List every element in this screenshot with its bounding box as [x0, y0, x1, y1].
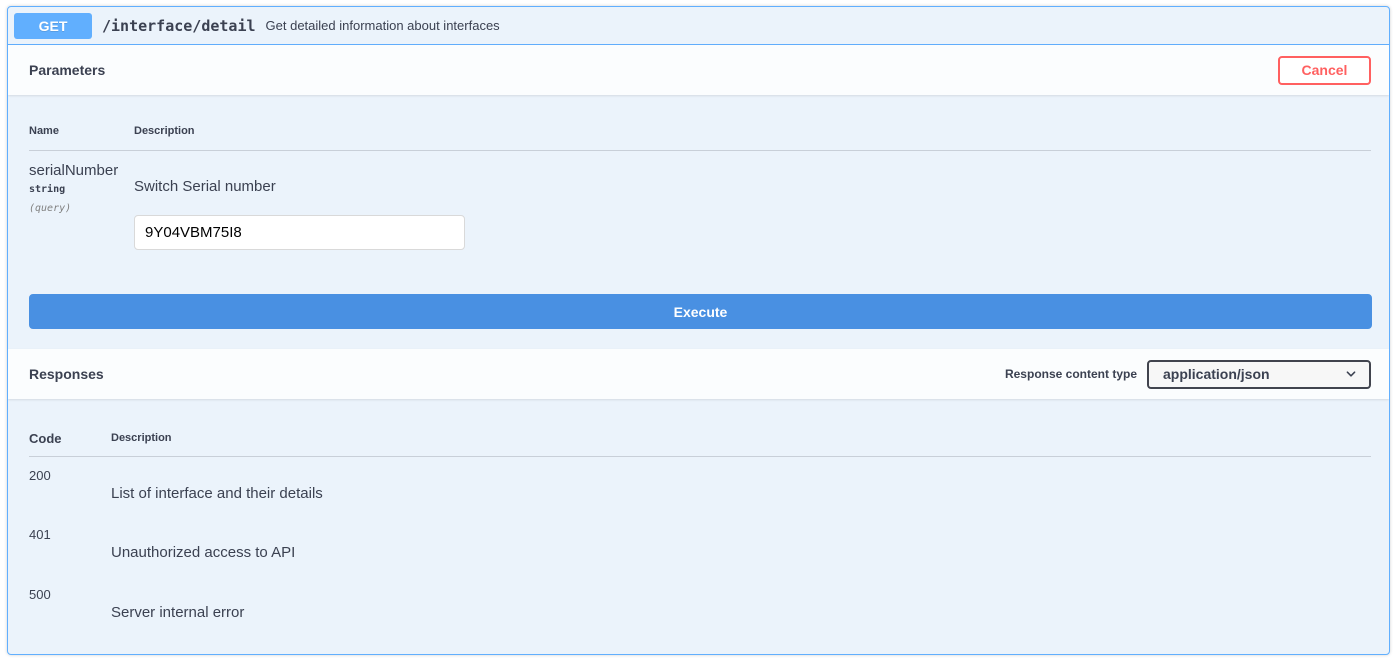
column-header-description: Description — [111, 432, 172, 444]
response-code: 500 — [29, 587, 51, 602]
column-header-description: Description — [134, 125, 195, 137]
chevron-down-icon — [1346, 371, 1356, 377]
responses-table-header: Code Description — [29, 431, 1371, 457]
operation-block: GET /interface/detail Get detailed infor… — [7, 6, 1390, 655]
cancel-button[interactable]: Cancel — [1278, 55, 1371, 85]
response-code: 200 — [29, 468, 51, 483]
response-content-type-select[interactable]: application/json — [1147, 359, 1371, 389]
response-row: 200 List of interface and their details — [29, 468, 1371, 518]
response-row: 500 Server internal error — [29, 587, 1371, 637]
serial-number-input[interactable] — [134, 215, 465, 250]
response-content-type-label: Response content type — [1004, 367, 1137, 381]
parameters-title: Parameters — [29, 62, 106, 78]
parameter-type: string — [29, 184, 66, 195]
parameters-section: Name Description serialNumber string (qu… — [8, 95, 1389, 349]
column-header-name: Name — [29, 125, 59, 137]
operation-summary[interactable]: GET /interface/detail Get detailed infor… — [8, 7, 1389, 45]
execute-button[interactable]: Execute — [29, 294, 1372, 329]
response-description: Unauthorized access to API — [111, 544, 296, 561]
endpoint-description: Get detailed information about interface… — [265, 18, 500, 33]
parameter-description: Switch Serial number — [134, 178, 276, 195]
responses-section: Code Description 200 List of interface a… — [8, 399, 1389, 654]
http-method-badge: GET — [14, 12, 92, 39]
parameter-location: (query) — [29, 203, 72, 214]
parameter-name: serialNumber — [29, 162, 119, 179]
parameters-header: Parameters Cancel — [8, 45, 1389, 95]
responses-title: Responses — [29, 366, 104, 382]
response-description: Server internal error — [111, 604, 245, 621]
response-description: List of interface and their details — [111, 485, 323, 502]
parameters-table-header: Name Description — [29, 125, 1371, 151]
response-row: 401 Unauthorized access to API — [29, 527, 1371, 577]
endpoint-path: /interface/detail — [102, 16, 256, 35]
column-header-code: Code — [29, 431, 62, 446]
response-content-type-value: application/json — [1163, 366, 1270, 382]
response-content-type: Response content type application/json — [1004, 359, 1371, 389]
responses-header: Responses Response content type applicat… — [8, 349, 1389, 399]
response-code: 401 — [29, 527, 51, 542]
